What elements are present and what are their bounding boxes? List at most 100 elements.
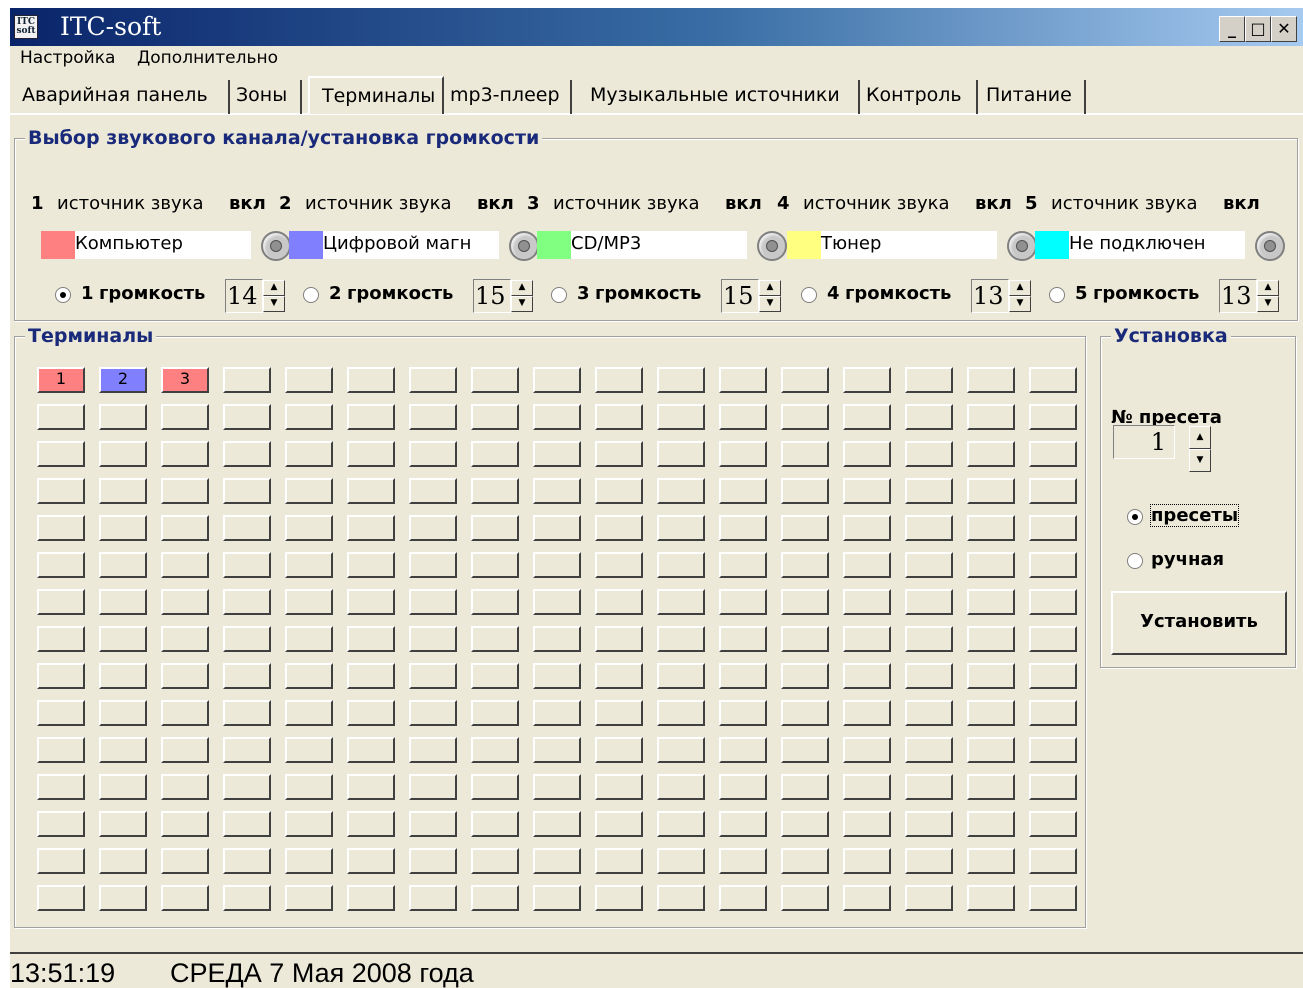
mode-manual-label[interactable]: ручная (1151, 549, 1224, 570)
terminal-button[interactable] (285, 774, 333, 800)
terminal-button[interactable] (967, 737, 1015, 763)
terminal-button[interactable] (905, 626, 953, 652)
terminal-button[interactable] (657, 552, 705, 578)
terminal-button[interactable] (1029, 441, 1077, 467)
terminal-button[interactable] (719, 589, 767, 615)
terminal-button[interactable] (533, 811, 581, 837)
terminal-button[interactable] (347, 589, 395, 615)
terminal-button[interactable] (409, 589, 457, 615)
terminal-button[interactable] (1029, 885, 1077, 911)
terminal-button[interactable] (37, 552, 85, 578)
terminal-button[interactable] (37, 885, 85, 911)
terminal-button[interactable] (223, 700, 271, 726)
terminal-button[interactable] (967, 774, 1015, 800)
volume-down-button[interactable]: ▼ (511, 296, 533, 312)
terminal-button[interactable] (781, 589, 829, 615)
terminal-button[interactable] (657, 441, 705, 467)
terminal-button[interactable] (533, 589, 581, 615)
terminal-button[interactable] (285, 404, 333, 430)
channel-on-indicator[interactable] (1007, 231, 1037, 261)
terminal-button[interactable] (781, 404, 829, 430)
terminal-button[interactable] (223, 737, 271, 763)
terminal-button[interactable] (843, 737, 891, 763)
terminal-button[interactable] (285, 663, 333, 689)
channel-on-indicator[interactable] (1255, 231, 1285, 261)
terminal-button[interactable] (409, 552, 457, 578)
terminal-button[interactable] (347, 700, 395, 726)
menu-additional[interactable]: Дополнительно (137, 48, 278, 68)
channel-volume-stepper[interactable]: 15 ▲ ▼ (473, 279, 535, 313)
terminal-button[interactable] (905, 552, 953, 578)
terminal-button[interactable] (409, 404, 457, 430)
terminal-button[interactable] (719, 404, 767, 430)
terminal-button[interactable] (719, 811, 767, 837)
terminal-button[interactable] (1029, 589, 1077, 615)
channel-volume-stepper[interactable]: 13 ▲ ▼ (971, 279, 1033, 313)
channel-volume-value[interactable]: 13 (971, 279, 1009, 313)
terminal-button[interactable] (1029, 700, 1077, 726)
terminal-button[interactable] (781, 441, 829, 467)
terminal-button[interactable] (223, 404, 271, 430)
terminal-button[interactable] (99, 811, 147, 837)
terminal-button[interactable] (37, 589, 85, 615)
terminal-button[interactable] (223, 774, 271, 800)
terminal-button[interactable] (657, 737, 705, 763)
tab-emergency-panel[interactable]: Аварийная панель (18, 80, 230, 114)
volume-up-button[interactable]: ▲ (263, 280, 285, 296)
tab-mp3-player[interactable]: mp3-плеер (446, 80, 572, 114)
terminal-button[interactable] (161, 552, 209, 578)
terminal-button[interactable] (595, 515, 643, 541)
volume-up-button[interactable]: ▲ (511, 280, 533, 296)
terminal-button[interactable] (471, 367, 519, 393)
terminal-button[interactable] (533, 774, 581, 800)
terminal-button[interactable] (1029, 774, 1077, 800)
terminal-button[interactable] (781, 515, 829, 541)
terminal-button[interactable] (1029, 848, 1077, 874)
minimize-button[interactable]: _ (1219, 16, 1245, 42)
terminal-button[interactable] (843, 626, 891, 652)
terminal-button[interactable] (967, 441, 1015, 467)
terminal-button[interactable] (967, 811, 1015, 837)
terminal-button[interactable] (409, 626, 457, 652)
terminal-button[interactable] (285, 848, 333, 874)
terminal-button[interactable] (347, 663, 395, 689)
terminal-button[interactable] (905, 774, 953, 800)
channel-source-name[interactable]: Тюнер (787, 231, 997, 259)
terminal-button[interactable] (843, 885, 891, 911)
terminal-button[interactable] (37, 700, 85, 726)
terminal-button[interactable] (99, 589, 147, 615)
terminal-button[interactable] (37, 848, 85, 874)
terminal-button[interactable] (409, 737, 457, 763)
terminal-button[interactable] (843, 848, 891, 874)
terminal-button[interactable] (843, 589, 891, 615)
terminal-button[interactable] (37, 811, 85, 837)
terminal-button[interactable] (719, 848, 767, 874)
tab-zones[interactable]: Зоны (232, 80, 302, 114)
terminal-button[interactable] (223, 811, 271, 837)
terminal-button[interactable] (595, 737, 643, 763)
terminal-button[interactable] (905, 700, 953, 726)
terminal-button[interactable] (37, 404, 85, 430)
terminal-button[interactable] (657, 404, 705, 430)
terminal-button[interactable] (657, 848, 705, 874)
terminal-button[interactable] (347, 737, 395, 763)
channel-volume-value[interactable]: 15 (473, 279, 511, 313)
tab-music-sources[interactable]: Музыкальные источники (586, 80, 860, 114)
terminal-button[interactable] (843, 478, 891, 504)
terminal-button[interactable] (781, 552, 829, 578)
terminal-button[interactable] (967, 478, 1015, 504)
terminal-button[interactable] (99, 515, 147, 541)
terminal-button[interactable] (657, 626, 705, 652)
terminal-button[interactable] (161, 626, 209, 652)
terminal-button[interactable] (533, 478, 581, 504)
close-button[interactable]: ✕ (1271, 16, 1297, 42)
terminal-button[interactable] (719, 626, 767, 652)
terminal-button[interactable] (781, 774, 829, 800)
terminal-button[interactable] (595, 663, 643, 689)
terminal-button[interactable] (595, 589, 643, 615)
channel-source-name[interactable]: Цифровой магн (289, 231, 499, 259)
terminal-button[interactable] (347, 811, 395, 837)
terminal-button[interactable] (781, 700, 829, 726)
terminal-button[interactable] (595, 367, 643, 393)
terminal-button[interactable] (223, 515, 271, 541)
